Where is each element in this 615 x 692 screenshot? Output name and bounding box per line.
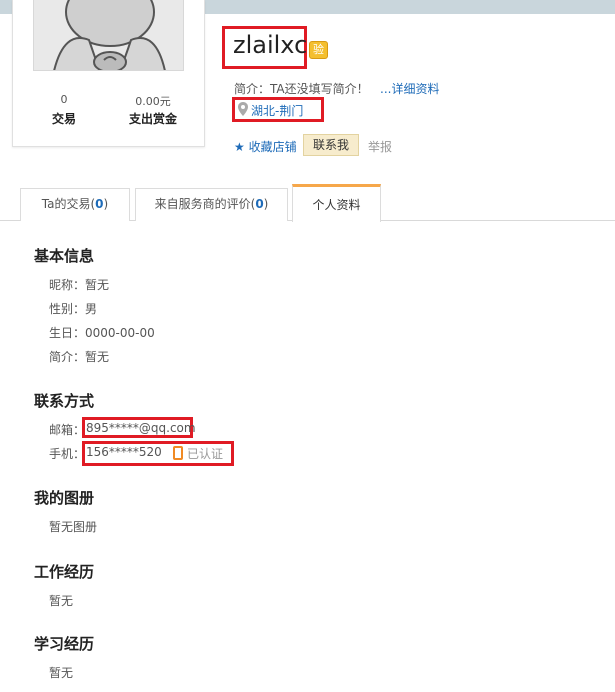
work-history-value: 暂无 <box>49 594 74 608</box>
education-title: 学习经历 <box>34 635 95 653</box>
favorite-shop-label: 收藏店铺 <box>248 140 297 154</box>
tab-suffix: ) <box>263 197 269 211</box>
education-value: 暂无 <box>49 666 74 680</box>
intro-row: 简介：暂无 <box>49 350 110 364</box>
phone-label: 手机： <box>49 447 86 461</box>
email-label: 邮箱： <box>49 423 86 437</box>
tab-count: 0 <box>255 197 264 211</box>
gender-row: 性别：男 <box>49 302 98 316</box>
tab-provider-reviews[interactable]: 来自服务商的评价(0) <box>135 188 288 221</box>
album-empty: 暂无图册 <box>49 520 98 534</box>
phone-value: 156*****520 <box>86 445 162 459</box>
stat-label: 支出赏金 <box>128 112 177 126</box>
detail-info-link[interactable]: ...详细资料 <box>380 80 439 97</box>
stat-trades: 0 交易 <box>24 93 104 127</box>
stat-reward-spent: 0.00元 支出赏金 <box>113 93 193 127</box>
profile-intro: 简介：TA还没填写简介！ <box>234 82 369 96</box>
location-link[interactable]: 湖北-荆门 <box>251 102 303 119</box>
stat-value: 0 <box>60 93 68 106</box>
verified-badge: 验 <box>309 41 328 59</box>
favorite-shop-link[interactable]: ★ 收藏店铺 <box>234 138 297 155</box>
tab-count: 0 <box>95 197 104 211</box>
tab-label: Ta的交易( <box>41 197 96 211</box>
tab-trades[interactable]: Ta的交易(0) <box>20 188 130 221</box>
tab-label: 来自服务商的评价( <box>154 197 256 211</box>
tab-personal-info[interactable]: 个人资料 <box>292 184 381 222</box>
star-icon: ★ <box>234 140 245 154</box>
birthday-row: 生日：0000-00-00 <box>49 326 155 340</box>
stat-label: 交易 <box>51 112 76 126</box>
album-title: 我的图册 <box>34 489 95 507</box>
username: zlailxc <box>233 31 308 59</box>
certified-label: 已认证 <box>187 447 224 461</box>
basic-info-title: 基本信息 <box>34 247 95 265</box>
stat-value: 0.00元 <box>135 95 171 108</box>
avatar[interactable] <box>33 0 184 71</box>
nickname-row: 昵称：暂无 <box>49 278 110 292</box>
avatar-image <box>34 0 183 70</box>
contact-me-button[interactable]: 联系我 <box>303 134 359 156</box>
mobile-phone-icon <box>173 446 183 460</box>
report-link[interactable]: 举报 <box>368 138 392 155</box>
email-value: 895*****@qq.com <box>86 421 196 435</box>
work-history-title: 工作经历 <box>34 563 95 581</box>
tab-label: 个人资料 <box>312 198 361 212</box>
tab-suffix: ) <box>103 197 109 211</box>
contact-title: 联系方式 <box>34 392 95 410</box>
location-pin-icon <box>238 102 248 116</box>
certified-status: 已认证 <box>173 445 223 462</box>
